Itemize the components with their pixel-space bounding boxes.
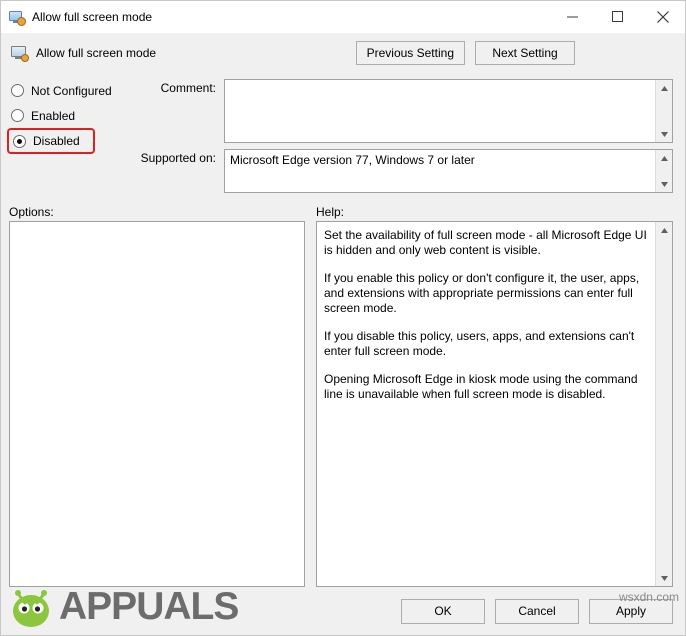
navigation-buttons: Previous Setting Next Setting	[355, 41, 575, 65]
radio-label: Disabled	[33, 134, 80, 148]
comment-row: Comment:	[131, 79, 673, 143]
help-paragraph: If you enable this policy or don't confi…	[324, 271, 640, 315]
help-pane: Set the availability of full screen mode…	[316, 221, 673, 587]
supported-on-text: Microsoft Edge version 77, Windows 7 or …	[230, 153, 475, 167]
window-controls	[550, 1, 685, 32]
radio-enabled[interactable]: Enabled	[9, 103, 131, 128]
scroll-up-icon[interactable]	[656, 150, 672, 166]
scroll-up-icon[interactable]	[656, 80, 672, 96]
scroll-down-icon[interactable]	[656, 570, 672, 586]
policy-setting-icon	[9, 9, 26, 26]
supported-on-value: Microsoft Edge version 77, Windows 7 or …	[224, 149, 673, 193]
previous-setting-button[interactable]: Previous Setting	[355, 41, 465, 65]
state-and-comment-area: Not Configured Enabled Disabled Comment:	[1, 73, 685, 199]
title-bar: Allow full screen mode	[1, 1, 685, 33]
radio-indicator[interactable]	[11, 84, 24, 97]
radio-disabled[interactable]: Disabled	[7, 128, 95, 154]
help-paragraph: If you disable this policy, users, apps,…	[324, 329, 635, 358]
radio-indicator[interactable]	[13, 134, 26, 148]
options-pane[interactable]	[9, 221, 305, 587]
dialog-footer: OK Cancel Apply	[1, 587, 685, 635]
watermark-site: wsxdn.com	[618, 590, 679, 604]
minimize-icon[interactable]	[550, 1, 595, 32]
comment-label: Comment:	[160, 81, 216, 95]
radio-label: Enabled	[31, 108, 76, 123]
ok-button[interactable]: OK	[401, 598, 485, 624]
supported-on-row: Supported on: Microsoft Edge version 77,…	[131, 149, 673, 193]
panes-area: Set the availability of full screen mode…	[1, 221, 685, 587]
window-title: Allow full screen mode	[32, 9, 153, 24]
scroll-down-icon[interactable]	[656, 126, 672, 142]
maximize-icon[interactable]	[595, 1, 640, 32]
next-setting-button[interactable]: Next Setting	[475, 41, 575, 65]
policy-setting-window: Allow full screen mode Allow full screen…	[0, 0, 686, 636]
supported-on-scrollbar[interactable]	[655, 150, 672, 192]
help-scrollbar[interactable]	[655, 222, 672, 586]
help-paragraph: Set the availability of full screen mode…	[324, 228, 647, 257]
fields-column: Comment: Supported on: Microsoft Edge ve…	[131, 73, 673, 199]
comment-scrollbar[interactable]	[655, 80, 672, 142]
comment-input[interactable]	[224, 79, 673, 143]
supported-on-label: Supported on:	[140, 151, 216, 165]
setting-header: Allow full screen mode Previous Setting …	[1, 33, 685, 73]
state-radio-group: Not Configured Enabled Disabled	[7, 73, 131, 199]
radio-indicator[interactable]	[11, 109, 24, 122]
cancel-button[interactable]: Cancel	[495, 598, 579, 624]
help-paragraph: Opening Microsoft Edge in kiosk mode usi…	[324, 372, 638, 401]
pane-labels: Options: Help:	[1, 199, 685, 221]
setting-title: Allow full screen mode	[36, 46, 157, 60]
help-label: Help:	[316, 205, 345, 219]
radio-not-configured[interactable]: Not Configured	[9, 78, 131, 103]
scroll-up-icon[interactable]	[656, 222, 672, 238]
policy-setting-icon	[11, 44, 29, 62]
options-label: Options:	[9, 205, 54, 219]
close-icon[interactable]	[640, 1, 685, 32]
scroll-down-icon[interactable]	[656, 176, 672, 192]
radio-label: Not Configured	[31, 83, 112, 98]
